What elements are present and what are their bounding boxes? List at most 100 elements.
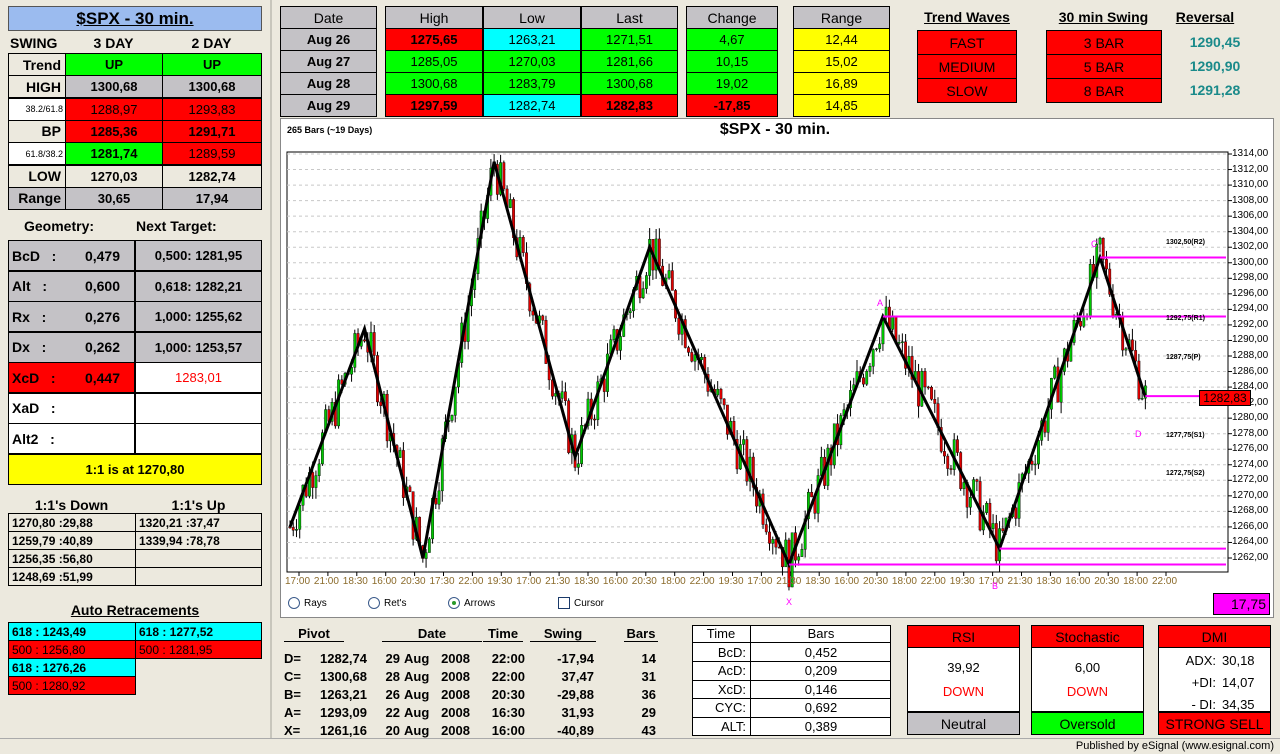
pivot-m: Aug xyxy=(404,651,430,666)
x-tick-label: 18:00 xyxy=(660,576,686,587)
x-tick-label: 19:30 xyxy=(718,576,744,587)
radio-icon[interactable] xyxy=(288,597,300,609)
x-tick-label: 16:00 xyxy=(602,576,628,587)
pivot-p: 1261,16 xyxy=(320,723,367,738)
candle-body xyxy=(502,162,506,190)
candle-body xyxy=(949,468,953,470)
candle-body xyxy=(875,348,878,350)
option-arrows[interactable]: Arrows xyxy=(448,597,495,609)
pivot-s: 31,93 xyxy=(561,705,594,720)
pivot-t: 20:30 xyxy=(491,687,525,702)
indicator-rsi-direction: DOWN xyxy=(942,684,985,699)
dmi-adx-label: ADX: xyxy=(1185,653,1216,668)
candle-body xyxy=(1134,350,1138,362)
y-tick-label: 1304,00 xyxy=(1232,225,1269,237)
candle-body xyxy=(291,527,295,531)
pivot-p: 1282,74 xyxy=(320,651,367,666)
x-tick-label: 16:00 xyxy=(834,576,860,587)
y-tick-label: 1296,00 xyxy=(1232,287,1269,299)
candle-body xyxy=(900,341,904,343)
y-tick-label: 1290,00 xyxy=(1232,334,1269,346)
point-b-label: B xyxy=(992,581,999,591)
pivot-m: Aug xyxy=(404,705,430,720)
indicator-rsi-body xyxy=(907,647,1020,712)
candle-body xyxy=(687,347,690,353)
checkbox-icon[interactable] xyxy=(558,597,570,609)
retracement-left: 618 : 1276,26 xyxy=(8,658,136,677)
y-tick-label: 1314,00 xyxy=(1232,148,1269,159)
candle-body xyxy=(408,486,412,492)
candle-body xyxy=(862,377,865,385)
candle-body xyxy=(871,349,875,367)
candle-body xyxy=(1140,397,1144,400)
y-tick-label: 1294,00 xyxy=(1232,303,1269,315)
y-tick-label: 1274,00 xyxy=(1232,458,1269,470)
y-tick-label: 1270,00 xyxy=(1232,489,1269,501)
x-tick-label: 18:00 xyxy=(1123,576,1149,587)
pivot-s: -17,94 xyxy=(557,651,594,666)
candle-body xyxy=(314,475,318,488)
pivot-label-r2: 1302,50(R2) xyxy=(1166,239,1205,247)
candle-body xyxy=(969,497,972,508)
candle-body xyxy=(1014,507,1018,519)
option-cursor[interactable]: Cursor xyxy=(558,597,604,609)
time-bars-header-time: Time xyxy=(692,625,750,643)
candle-body xyxy=(363,339,366,342)
x-tick-label: 20:30 xyxy=(863,576,889,587)
x-tick-label: 22:00 xyxy=(689,576,715,587)
option-label: Ret's xyxy=(384,597,407,609)
option-rets[interactable]: Ret's xyxy=(368,597,406,609)
pivot-t: 22:00 xyxy=(491,669,525,684)
time-ratio-label: ALT: xyxy=(692,717,750,736)
candle-body xyxy=(521,237,525,253)
candle-body xyxy=(745,439,749,482)
candlestick-plot[interactable] xyxy=(0,0,1280,620)
x-tick-label: 19:30 xyxy=(949,576,975,587)
radio-icon[interactable] xyxy=(448,597,460,609)
candle-body xyxy=(372,332,376,356)
time-ratio-value: 0,452 xyxy=(750,643,891,662)
pivot-b: 31 xyxy=(641,669,656,684)
x-tick-label: 19:30 xyxy=(487,576,513,587)
indicator-rsi-status: Neutral xyxy=(907,711,1020,735)
candle-body xyxy=(722,398,726,406)
indicator-dmi-status: STRONG SELL xyxy=(1158,711,1271,735)
candle-body xyxy=(657,238,661,267)
x-tick-label: 17:30 xyxy=(429,576,455,587)
x-tick-label: 22:00 xyxy=(458,576,484,587)
x-tick-label: 18:30 xyxy=(574,576,600,587)
candle-body xyxy=(453,386,457,416)
candle-body xyxy=(810,492,814,498)
candle-body xyxy=(933,399,937,404)
indicator-stoch-direction: DOWN xyxy=(1066,684,1109,699)
option-rays[interactable]: Rays xyxy=(288,597,327,609)
indicator-rsi-value: 39,92 xyxy=(947,660,980,675)
candle-body xyxy=(975,479,979,482)
pivot-s: -29,88 xyxy=(557,687,594,702)
pivot-b: 43 xyxy=(641,723,656,738)
candle-body xyxy=(797,556,801,561)
candle-body xyxy=(427,538,431,553)
pivot-d: 26 xyxy=(385,687,400,702)
pivot-d: 22 xyxy=(385,705,400,720)
x-tick-label: 21:30 xyxy=(776,576,802,587)
pivot-y: 2008 xyxy=(441,651,470,666)
candle-body xyxy=(1105,259,1108,270)
radio-icon[interactable] xyxy=(368,597,380,609)
pivot-y: 2008 xyxy=(441,723,470,738)
pivot-label-r1: 1292,75(R1) xyxy=(1166,315,1205,323)
pivot-header: Pivot xyxy=(284,626,344,642)
point-x-label: X xyxy=(786,597,793,607)
pivot-t: 16:00 xyxy=(491,723,525,738)
candle-body xyxy=(920,371,924,407)
pivot-d: 28 xyxy=(385,669,400,684)
option-label: Cursor xyxy=(574,597,605,609)
time-ratio-label: BcD: xyxy=(692,643,750,662)
candle-body xyxy=(800,549,804,557)
x-tick-label: 17:00 xyxy=(747,576,773,587)
y-tick-label: 1300,00 xyxy=(1232,256,1269,268)
status-bar: Published by eSignal (www.esignal.com) xyxy=(0,738,1280,754)
x-tick-label: 22:00 xyxy=(1152,576,1178,587)
candle-body xyxy=(1101,237,1105,260)
retracement-left: 500 : 1280,92 xyxy=(8,676,136,695)
